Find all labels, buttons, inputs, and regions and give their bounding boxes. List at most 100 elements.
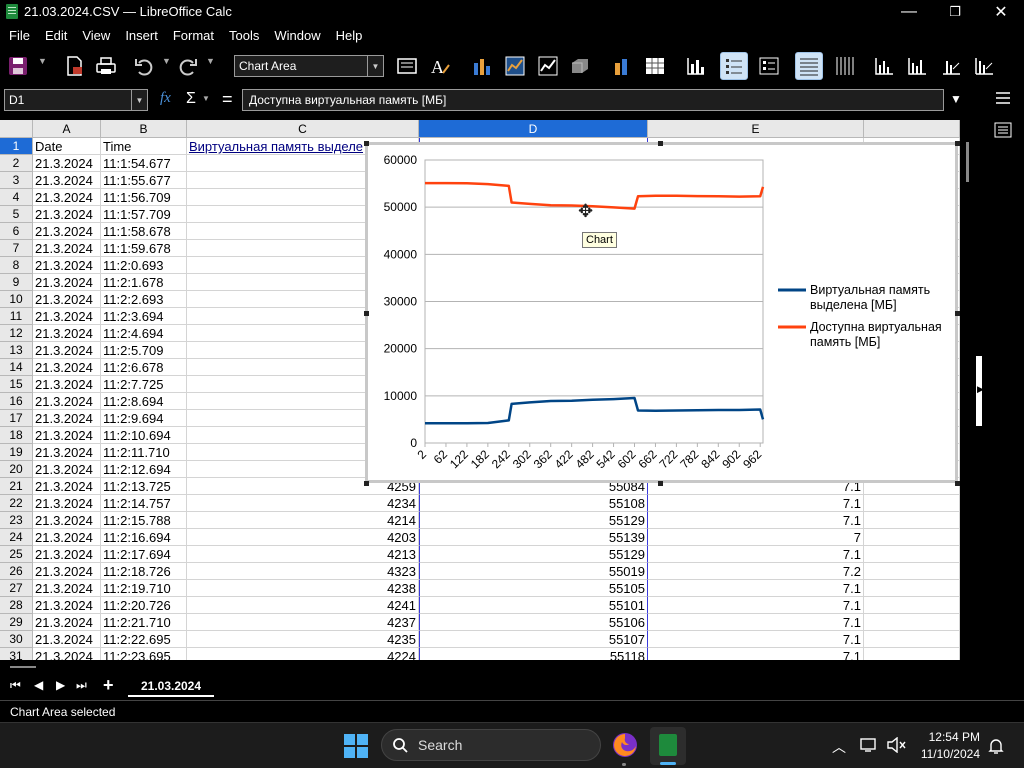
cell-time[interactable]: 11:2:1.678 (101, 274, 187, 291)
first-sheet-icon[interactable]: ⏮ (10, 678, 21, 693)
export-pdf-icon[interactable] (60, 52, 88, 80)
row-header[interactable]: 7 (0, 240, 33, 257)
sidebar-menu-icon[interactable] (996, 92, 1010, 104)
menu-edit[interactable]: Edit (38, 28, 74, 43)
next-sheet-icon[interactable]: ▶ (56, 678, 65, 692)
horizontal-grids-icon[interactable] (795, 52, 823, 80)
chart-axis-y-icon[interactable] (903, 52, 931, 80)
cell-time[interactable]: 11:2:11.710 (101, 444, 187, 461)
row-header[interactable]: 15 (0, 376, 33, 393)
save-dropdown-icon[interactable]: ▼ (38, 56, 47, 66)
vertical-scrollbar-thumb[interactable] (966, 142, 969, 182)
taskbar-time[interactable]: 12:54 PM (918, 730, 980, 744)
chevron-down-icon[interactable]: ▼ (367, 56, 383, 76)
chevron-right-icon[interactable]: ▶ (977, 384, 984, 395)
cell-time[interactable]: 11:2:21.710 (101, 614, 187, 631)
cell-time[interactable]: 11:1:54.677 (101, 155, 187, 172)
restore-button[interactable]: ❐ (932, 0, 978, 24)
cell-time[interactable]: 11:1:59.678 (101, 240, 187, 257)
cell-date[interactable]: 21.3.2024 (33, 325, 101, 342)
row-header[interactable]: 23 (0, 512, 33, 529)
cell-time[interactable]: 11:1:56.709 (101, 189, 187, 206)
cell-column-e[interactable]: 7.1 (648, 495, 864, 512)
function-wizard-icon[interactable]: fx (160, 90, 171, 107)
close-button[interactable]: ✕ (978, 0, 1024, 24)
cell-column-e[interactable]: 7.1 (648, 580, 864, 597)
cell-date[interactable]: 21.3.2024 (33, 257, 101, 274)
row-header[interactable]: 9 (0, 274, 33, 291)
cell-virtual-memory-available[interactable]: 55101 (419, 597, 648, 614)
cell-column-f[interactable] (864, 614, 960, 631)
cell-time[interactable]: 11:2:16.694 (101, 529, 187, 546)
row-header[interactable]: 27 (0, 580, 33, 597)
cell-time[interactable]: 11:2:5.709 (101, 342, 187, 359)
cell-date[interactable]: 21.3.2024 (33, 461, 101, 478)
add-sheet-icon[interactable]: + (103, 675, 114, 696)
cell-date[interactable]: 21.3.2024 (33, 155, 101, 172)
selection-handle[interactable] (658, 481, 663, 486)
row-header[interactable]: 13 (0, 342, 33, 359)
cell-date[interactable]: 21.3.2024 (33, 597, 101, 614)
cell-date[interactable]: 21.3.2024 (33, 427, 101, 444)
row-header[interactable]: 29 (0, 614, 33, 631)
cell-date[interactable]: 21.3.2024 (33, 274, 101, 291)
row-header[interactable]: 30 (0, 631, 33, 648)
cell-column-f[interactable] (864, 529, 960, 546)
previous-sheet-icon[interactable]: ◀ (34, 678, 43, 692)
chevron-up-icon[interactable]: ︿ (832, 737, 846, 757)
cell-column-e[interactable]: 7.1 (648, 546, 864, 563)
chart-axis-x-icon[interactable] (870, 52, 898, 80)
redo-icon[interactable] (174, 52, 202, 80)
cell-virtual-memory-available[interactable]: 55129 (419, 512, 648, 529)
cell-column-f[interactable] (864, 563, 960, 580)
row-header[interactable]: 18 (0, 427, 33, 444)
legend-icon[interactable] (755, 52, 783, 80)
cell-date[interactable]: 21.3.2024 (33, 189, 101, 206)
3d-view-icon[interactable] (566, 52, 594, 80)
cell-time[interactable]: 11:2:0.693 (101, 257, 187, 274)
row-header[interactable]: 3 (0, 172, 33, 189)
horizontal-scrollbar[interactable] (0, 660, 960, 674)
column-header-b[interactable]: B (101, 120, 187, 138)
menu-insert[interactable]: Insert (118, 28, 165, 43)
data-table-icon[interactable] (641, 52, 669, 80)
cell-time[interactable]: 11:2:23.695 (101, 648, 187, 660)
vertical-grids-icon[interactable] (830, 52, 858, 80)
selection-handle[interactable] (364, 481, 369, 486)
chart-object[interactable]: 0 10000 20000 30000 40000 50000 60000 2 62 122 182… (364, 141, 960, 486)
cell-date[interactable]: 21.3.2024 (33, 495, 101, 512)
menu-help[interactable]: Help (329, 28, 370, 43)
undo-dropdown-icon[interactable]: ▼ (162, 56, 171, 66)
cell-column-f[interactable] (864, 580, 960, 597)
save-icon[interactable] (4, 52, 32, 80)
windows-start-icon[interactable] (344, 734, 368, 758)
cell-virtual-memory-available[interactable]: 55107 (419, 631, 648, 648)
taskbar-calc-button[interactable] (650, 727, 686, 765)
cell-virtual-memory-available[interactable]: 55139 (419, 529, 648, 546)
row-header[interactable]: 19 (0, 444, 33, 461)
cell-column-f[interactable] (864, 631, 960, 648)
cell-virtual-memory-available[interactable]: 55108 (419, 495, 648, 512)
chart-area-icon[interactable] (534, 52, 562, 80)
cell-column-e[interactable]: 7.1 (648, 614, 864, 631)
selection-handle[interactable] (364, 311, 369, 316)
row-header[interactable]: 10 (0, 291, 33, 308)
legend-on-off-icon[interactable] (720, 52, 748, 80)
taskbar-search-box[interactable]: Search (381, 729, 601, 761)
cell-column-e[interactable]: 7 (648, 529, 864, 546)
cell-date[interactable]: 21.3.2024 (33, 444, 101, 461)
row-header[interactable]: 1 (0, 138, 33, 155)
chart-element-select[interactable]: Chart Area ▼ (234, 55, 384, 77)
cell-date[interactable]: 21.3.2024 (33, 342, 101, 359)
cell-virtual-memory-allocated[interactable]: 4213 (187, 546, 419, 563)
speaker-muted-icon[interactable] (886, 736, 906, 754)
cell-time[interactable]: 11:2:10.694 (101, 427, 187, 444)
cell-column-f[interactable] (864, 495, 960, 512)
cell-virtual-memory-available[interactable]: 55105 (419, 580, 648, 597)
cell-column-f[interactable] (864, 546, 960, 563)
cell-time[interactable]: 11:2:14.757 (101, 495, 187, 512)
cell-date[interactable]: 21.3.2024 (33, 580, 101, 597)
chart-type-icon[interactable] (467, 52, 495, 80)
row-header[interactable]: 8 (0, 257, 33, 274)
network-icon[interactable] (860, 737, 878, 753)
